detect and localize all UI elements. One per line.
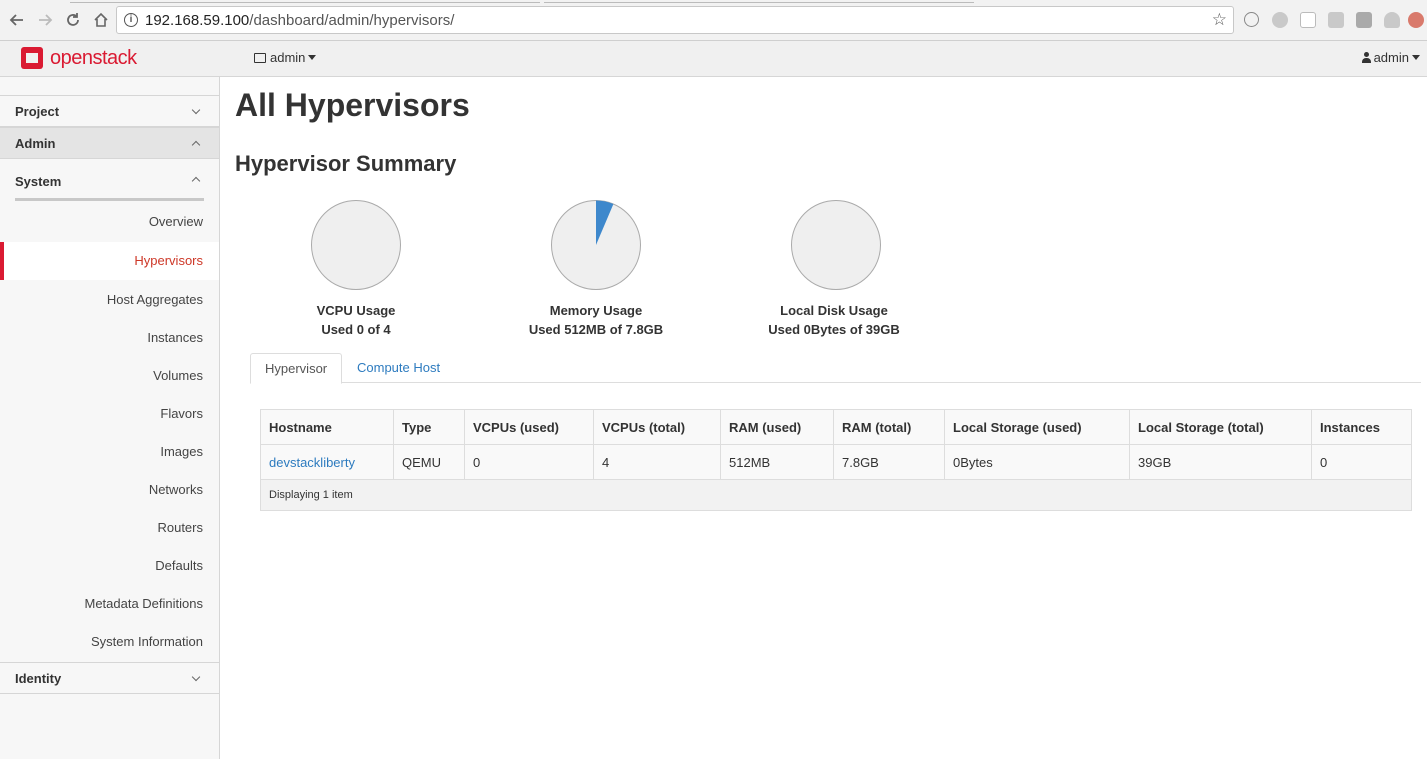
memory-usage-title: Memory Usage xyxy=(549,303,643,318)
pie-background xyxy=(791,200,881,290)
home-icon[interactable] xyxy=(90,9,112,31)
extension-square-icon[interactable] xyxy=(1356,12,1372,28)
cell-local-storage-total: 39GB xyxy=(1129,444,1312,480)
extension-g-icon[interactable] xyxy=(1328,12,1344,28)
cell-vcpus-used: 0 xyxy=(464,444,594,480)
sidebar-admin-label: Admin xyxy=(15,136,56,151)
cell-local-storage-used: 0Bytes xyxy=(944,444,1130,480)
browser-toolbar: i 192.168.59.100/dashboard/admin/hypervi… xyxy=(0,0,1427,41)
url-host: 192.168.59.100 xyxy=(145,12,250,29)
disk-usage-pie xyxy=(791,200,881,290)
disk-usage-title: Local Disk Usage xyxy=(780,303,888,318)
col-local-storage-total[interactable]: Local Storage (total) xyxy=(1129,409,1312,445)
top-navbar: openstack admin admin xyxy=(0,41,1427,77)
sidebar-item-routers[interactable]: Routers xyxy=(0,509,219,547)
extension-red-icon[interactable] xyxy=(1408,12,1424,28)
table-footer-row: Displaying 1 item xyxy=(260,479,1412,511)
forward-icon[interactable] xyxy=(34,9,56,31)
sidebar-identity[interactable]: Identity xyxy=(0,662,219,694)
chevron-down-icon xyxy=(191,105,201,115)
project-dropdown[interactable]: admin xyxy=(254,50,317,65)
pie-background xyxy=(311,200,401,290)
user-name: admin xyxy=(1373,50,1409,65)
disk-usage-text: Used 0Bytes of 39GB xyxy=(768,322,900,337)
project-name: admin xyxy=(270,50,306,65)
cell-instances: 0 xyxy=(1311,444,1412,480)
memory-usage-pie xyxy=(551,200,641,290)
sidebar-item-host-aggregates[interactable]: Host Aggregates xyxy=(0,281,219,319)
extension-info-icon[interactable] xyxy=(1244,12,1259,27)
sidebar-system[interactable]: System xyxy=(15,174,204,201)
col-ram-used[interactable]: RAM (used) xyxy=(720,409,834,445)
cell-ram-total: 7.8GB xyxy=(833,444,945,480)
col-ram-total[interactable]: RAM (total) xyxy=(833,409,945,445)
col-hostname[interactable]: Hostname xyxy=(260,409,394,445)
col-vcpus-used[interactable]: VCPUs (used) xyxy=(464,409,594,445)
cell-vcpus-total: 4 xyxy=(593,444,721,480)
col-vcpus-total[interactable]: VCPUs (total) xyxy=(593,409,721,445)
user-icon xyxy=(1361,52,1371,63)
site-info-icon[interactable]: i xyxy=(124,13,138,27)
sidebar-item-networks[interactable]: Networks xyxy=(0,471,219,509)
sidebar-item-metadata-definitions[interactable]: Metadata Definitions xyxy=(0,585,219,623)
vcpu-usage-title: VCPU Usage xyxy=(316,303,396,318)
main-content: All Hypervisors Hypervisor Summary VCPU … xyxy=(220,77,1427,759)
sidebar-project[interactable]: Project xyxy=(0,95,219,127)
col-local-storage-used[interactable]: Local Storage (used) xyxy=(944,409,1130,445)
memory-usage-label: Memory Usage Used 512MB of 7.8GB xyxy=(496,301,696,339)
tab-bar: Hypervisor Compute Host xyxy=(250,353,1421,384)
sidebar-item-volumes[interactable]: Volumes xyxy=(0,357,219,395)
hostname-link[interactable]: devstackliberty xyxy=(269,455,355,470)
sidebar-item-images[interactable]: Images xyxy=(0,433,219,471)
bookmark-star-icon[interactable]: ☆ xyxy=(1212,10,1227,30)
extension-page-icon[interactable] xyxy=(1300,12,1316,28)
sidebar-item-system-information[interactable]: System Information xyxy=(0,623,219,661)
vcpu-usage-label: VCPU Usage Used 0 of 4 xyxy=(256,301,456,339)
browser-tab-strip xyxy=(0,0,1427,4)
sidebar-project-label: Project xyxy=(15,104,60,119)
cell-ram-used: 512MB xyxy=(720,444,834,480)
hypervisors-table: Hostname Type VCPUs (used) VCPUs (total)… xyxy=(260,409,1412,511)
sidebar-item-flavors[interactable]: Flavors xyxy=(0,395,219,433)
brand-name: openstack xyxy=(50,47,137,69)
table-row: devstackliberty QEMU 0 4 512MB 7.8GB 0By… xyxy=(260,444,1412,480)
sidebar-system-label: System xyxy=(15,174,62,189)
sidebar-item-defaults[interactable]: Defaults xyxy=(0,547,219,585)
extension-balloon-icon[interactable] xyxy=(1272,12,1288,28)
reload-icon[interactable] xyxy=(62,9,84,31)
chevron-up-icon xyxy=(191,140,201,150)
summary-title: Hypervisor Summary xyxy=(235,151,457,176)
vcpu-usage-text: Used 0 of 4 xyxy=(321,322,391,337)
sidebar-admin[interactable]: Admin xyxy=(0,127,219,159)
url-text: 192.168.59.100/dashboard/admin/hyperviso… xyxy=(145,12,454,29)
memory-usage-text: Used 512MB of 7.8GB xyxy=(528,322,664,337)
back-icon[interactable] xyxy=(6,9,28,31)
table-header-row: Hostname Type VCPUs (used) VCPUs (total)… xyxy=(260,409,1412,445)
sidebar-identity-label: Identity xyxy=(15,671,62,686)
tab-hypervisor[interactable]: Hypervisor xyxy=(250,353,343,384)
page-title: All Hypervisors xyxy=(235,87,470,123)
caret-down-icon xyxy=(1412,55,1420,60)
tab-compute-host[interactable]: Compute Host xyxy=(343,353,454,383)
col-type[interactable]: Type xyxy=(393,409,465,445)
sidebar-item-hypervisors[interactable]: Hypervisors xyxy=(0,242,219,280)
address-bar[interactable]: i 192.168.59.100/dashboard/admin/hypervi… xyxy=(116,6,1234,34)
cell-hostname: devstackliberty xyxy=(260,444,394,480)
chevron-down-icon xyxy=(191,672,201,682)
sidebar: Project Admin System Overview Hypervisor… xyxy=(0,77,220,759)
caret-down-icon xyxy=(308,55,317,60)
table-footer-count: Displaying 1 item xyxy=(260,479,1412,511)
sidebar-item-overview[interactable]: Overview xyxy=(0,203,219,241)
url-path: /dashboard/admin/hypervisors/ xyxy=(249,12,455,29)
chevron-up-icon xyxy=(191,176,201,186)
sidebar-item-instances[interactable]: Instances xyxy=(0,319,219,357)
disk-usage-label: Local Disk Usage Used 0Bytes of 39GB xyxy=(734,301,934,339)
openstack-logo-icon xyxy=(21,47,43,69)
vcpu-usage-pie xyxy=(311,200,401,290)
col-instances[interactable]: Instances xyxy=(1311,409,1412,445)
cell-type: QEMU xyxy=(393,444,465,480)
project-icon xyxy=(254,53,266,63)
extension-cloud-icon[interactable] xyxy=(1384,12,1400,28)
user-dropdown[interactable]: admin xyxy=(1361,50,1420,65)
